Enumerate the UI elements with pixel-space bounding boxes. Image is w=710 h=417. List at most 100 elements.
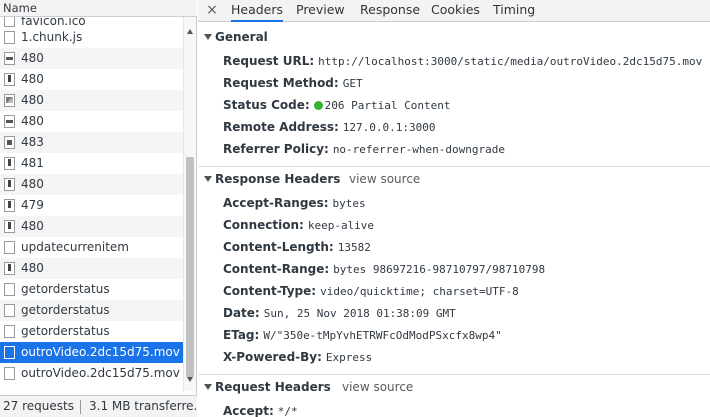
header-value: video/quicktime; charset=UTF-8 <box>320 285 519 298</box>
request-name: 481 <box>21 156 44 170</box>
header-key: ETag: <box>223 328 260 342</box>
tab-timing[interactable]: Timing <box>493 0 535 22</box>
request-row[interactable]: 480 <box>0 111 183 132</box>
header-value: */* <box>277 405 298 417</box>
video-file-icon <box>4 115 15 128</box>
request-name: 480 <box>21 219 44 233</box>
request-row[interactable]: 480 <box>0 216 183 237</box>
header-value: 127.0.0.1:3000 <box>342 121 436 134</box>
request-row[interactable]: 479 <box>0 195 183 216</box>
request-row[interactable]: getorderstatus <box>0 300 183 321</box>
request-name: getorderstatus <box>21 282 110 296</box>
request-row[interactable]: favicon.ico <box>0 17 183 27</box>
tab-response[interactable]: Response <box>360 0 420 22</box>
collapse-triangle-icon[interactable] <box>204 384 212 390</box>
image-file-icon <box>4 94 15 107</box>
section-divider <box>198 374 710 375</box>
request-name: 480 <box>21 177 44 191</box>
scrollbar-thumb[interactable] <box>186 157 194 377</box>
generic-file-icon <box>4 304 15 317</box>
request-row[interactable]: 481 <box>0 153 183 174</box>
request-name: updatecurrenitem <box>21 240 129 254</box>
header-row-x-powered-by: X-Powered-By: Express <box>223 347 372 367</box>
exclamation-file-icon <box>4 178 15 191</box>
request-row[interactable]: outroVideo.2dc15d75.mov <box>0 363 183 384</box>
section-title: General <box>215 30 268 44</box>
tab-preview[interactable]: Preview <box>296 0 345 22</box>
request-row[interactable]: 483 <box>0 132 183 153</box>
request-row[interactable]: updatecurrenitem <box>0 237 183 258</box>
request-name: 480 <box>21 114 44 128</box>
generic-file-icon <box>4 241 15 254</box>
request-row[interactable]: 480 <box>0 48 183 69</box>
response-headers-section-header[interactable]: Response Headers view source <box>198 168 710 190</box>
exclamation-file-icon <box>4 199 15 212</box>
header-value: http://localhost:3000/static/media/outro… <box>318 55 703 68</box>
request-row[interactable]: 480 <box>0 174 183 195</box>
collapse-triangle-icon[interactable] <box>204 34 212 40</box>
request-row[interactable]: getorderstatus <box>0 279 183 300</box>
header-row-connection: Connection: keep-alive <box>223 215 374 235</box>
header-row-referrer-policy: Referrer Policy: no-referrer-when-downgra… <box>223 139 505 159</box>
details-tabbar: × Headers Preview Response Cookies Timin… <box>198 0 710 22</box>
view-source-link[interactable]: view source <box>349 168 420 190</box>
request-headers-section-header[interactable]: Request Headers view source <box>198 376 710 398</box>
header-row-content-type: Content-Type: video/quicktime; charset=UT… <box>223 281 519 301</box>
header-value: 206 Partial Content <box>324 99 451 112</box>
header-row-content-range: Content-Range: bytes 98697216-98710797/98… <box>223 259 545 279</box>
close-icon[interactable]: × <box>205 1 219 19</box>
header-value: no-referrer-when-downgrade <box>332 143 505 156</box>
request-name: getorderstatus <box>21 303 110 317</box>
request-row-selected[interactable]: outroVideo.2dc15d75.mov <box>0 342 183 363</box>
dark-file-icon <box>4 136 15 149</box>
header-row-content-length: Content-Length: 13582 <box>223 237 371 257</box>
name-column-header[interactable]: Name <box>0 0 197 17</box>
exclamation-file-icon <box>4 262 15 275</box>
script-file-icon <box>4 31 15 44</box>
request-name: outroVideo.2dc15d75.mov <box>21 366 180 380</box>
scroll-up-icon[interactable] <box>187 29 193 34</box>
headers-panel: General Request URL: http://localhost:300… <box>198 22 710 417</box>
header-key: Connection: <box>223 218 304 232</box>
request-list-scrollbar[interactable] <box>183 17 196 391</box>
request-row[interactable]: getorderstatus <box>0 321 183 342</box>
scroll-down-icon[interactable] <box>187 377 193 382</box>
request-name: 480 <box>21 93 44 107</box>
header-value: bytes 98697216-98710797/98710798 <box>333 263 546 276</box>
request-list-pane: Name favicon.ico 1.chunk.js 480 480 480 … <box>0 0 197 417</box>
tab-headers[interactable]: Headers <box>231 0 284 22</box>
header-row-request-method: Request Method: GET <box>223 73 363 93</box>
header-key: Content-Length: <box>223 240 334 254</box>
collapse-triangle-icon[interactable] <box>204 176 212 182</box>
exclamation-file-icon <box>4 157 15 170</box>
request-name: getorderstatus <box>21 324 110 338</box>
request-name: 483 <box>21 135 44 149</box>
tab-cookies[interactable]: Cookies <box>431 0 480 22</box>
header-key: Referrer Policy: <box>223 142 329 156</box>
header-row-remote-address: Remote Address: 127.0.0.1:3000 <box>223 117 436 137</box>
generic-file-icon <box>4 283 15 296</box>
header-row-accept-ranges: Accept-Ranges: bytes <box>223 193 366 213</box>
request-name: outroVideo.2dc15d75.mov <box>21 345 180 359</box>
header-key: Accept: <box>223 404 274 417</box>
request-name: favicon.ico <box>21 17 86 27</box>
header-row-accept: Accept: */* <box>223 401 298 417</box>
status-separator <box>80 400 81 414</box>
request-row[interactable]: 1.chunk.js <box>0 27 183 48</box>
header-key: Content-Type: <box>223 284 317 298</box>
request-row[interactable]: 480 <box>0 69 183 90</box>
header-row-request-url: Request URL: http://localhost:3000/static… <box>223 51 702 71</box>
header-value: keep-alive <box>307 219 375 232</box>
view-source-link[interactable]: view source <box>342 376 413 398</box>
header-row-date: Date: Sun, 25 Nov 2018 01:38:09 GMT <box>223 303 456 323</box>
header-key: Status Code: <box>223 98 310 112</box>
request-name: 1.chunk.js <box>21 30 83 44</box>
header-value: Sun, 25 Nov 2018 01:38:09 GMT <box>263 307 456 320</box>
request-row[interactable]: 480 <box>0 258 183 279</box>
generic-file-icon <box>4 17 15 27</box>
header-key: Accept-Ranges: <box>223 196 329 210</box>
request-row[interactable]: 480 <box>0 90 183 111</box>
header-value: W/"350e-tMpYvhETRWFcOdModPSxcfx8wp4" <box>263 329 502 342</box>
generic-file-icon <box>4 325 15 338</box>
generic-file-icon <box>4 346 15 359</box>
